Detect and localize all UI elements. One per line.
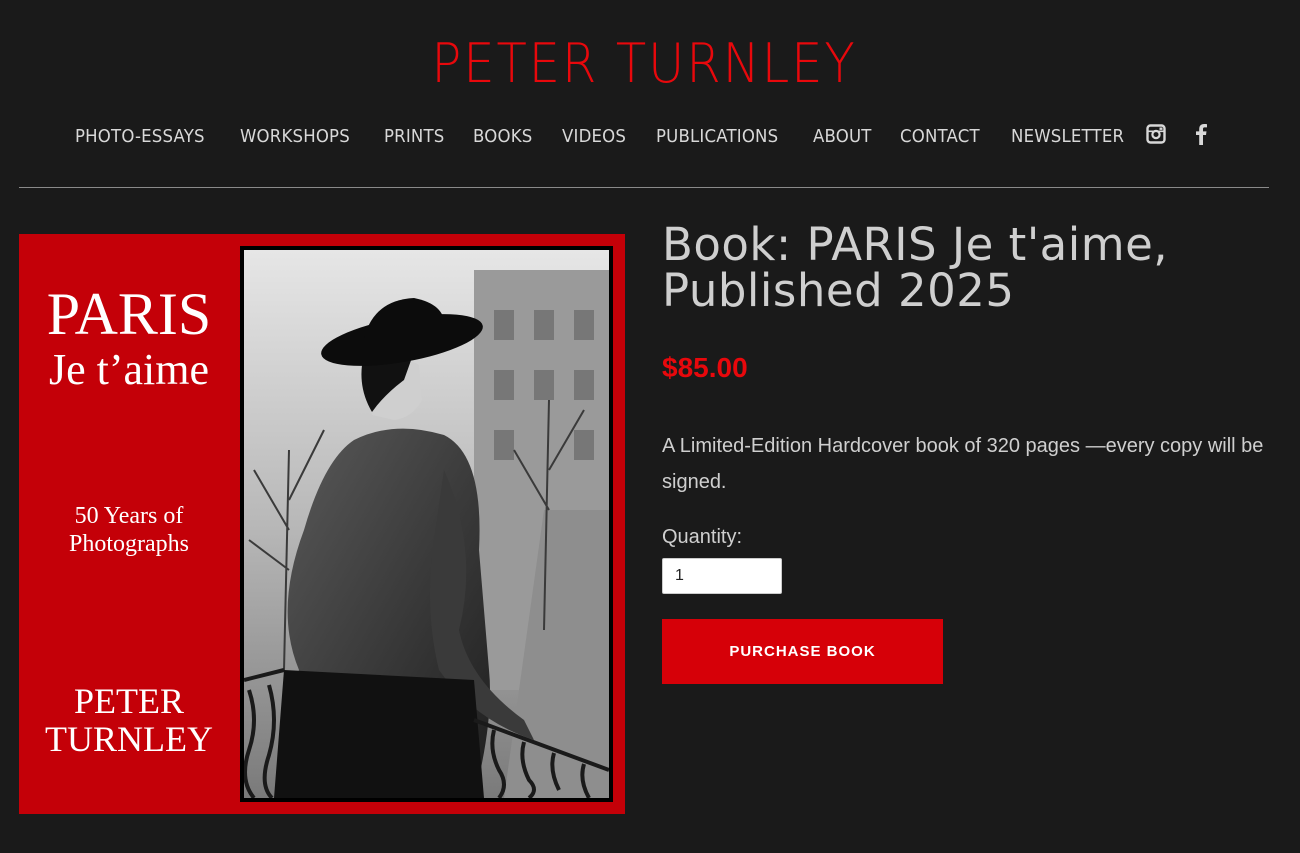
quantity-label: Quantity: (662, 526, 743, 548)
purchase-book-button[interactable]: PURCHASE BOOK (662, 619, 943, 684)
product-title: Book: PARIS Je t'aime, Published 2025 (662, 218, 1169, 317)
facebook-icon[interactable] (1194, 123, 1208, 145)
cover-author-line2: TURNLEY (45, 719, 213, 759)
main-nav: PHOTO-ESSAYS WORKSHOPS PRINTS BOOKS VIDE… (75, 122, 1158, 150)
book-cover-image: PARIS Je t’aime 50 Years of Photographs … (19, 234, 625, 814)
cover-photograph (240, 246, 613, 802)
nav-item-photo-essays[interactable]: PHOTO-ESSAYS (75, 126, 205, 147)
cover-author: PETER TURNLEY (19, 682, 239, 758)
nav-item-contact[interactable]: CONTACT (900, 126, 980, 147)
quantity-input[interactable] (662, 558, 782, 594)
cover-subtitle: 50 Years of Photographs (19, 502, 239, 558)
nav-item-workshops[interactable]: WORKSHOPS (240, 126, 350, 147)
cover-author-line1: PETER (73, 681, 184, 721)
product-price: $85.00 (662, 352, 748, 383)
product-description: A Limited-Edition Hardcover book of 320 … (662, 435, 1264, 493)
cover-subtitle-line2: Photographs (69, 531, 189, 557)
nav-item-about[interactable]: ABOUT (813, 126, 872, 147)
instagram-icon[interactable] (1146, 124, 1166, 144)
cover-title-line2: Je t’aime (48, 345, 210, 394)
nav-item-newsletter[interactable]: NEWSLETTER (1011, 126, 1124, 147)
cover-subtitle-line1: 50 Years of (74, 503, 184, 529)
nav-item-books[interactable]: BOOKS (473, 126, 532, 147)
nav-item-videos[interactable]: VIDEOS (562, 126, 626, 147)
nav-item-publications[interactable]: PUBLICATIONS (656, 126, 778, 147)
site-title[interactable]: PETER TURNLEY (52, 32, 1237, 96)
nav-item-prints[interactable]: PRINTS (384, 126, 445, 147)
cover-title-line1: PARIS (46, 281, 212, 347)
header-divider (19, 187, 1269, 188)
